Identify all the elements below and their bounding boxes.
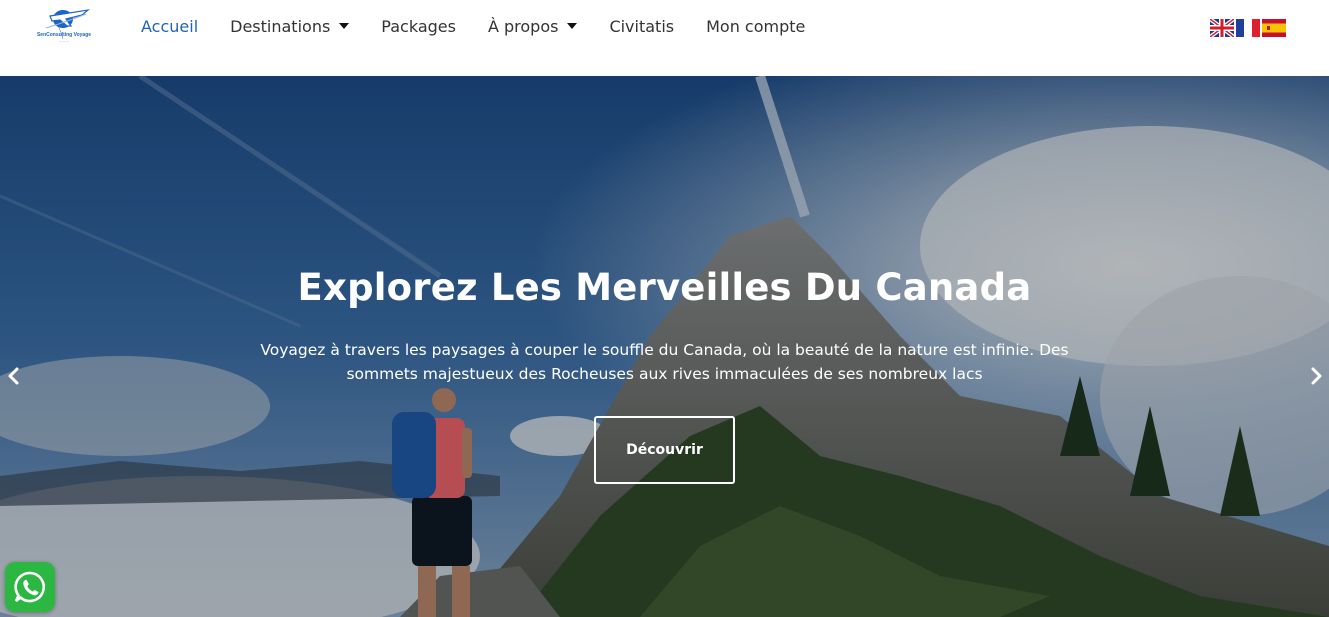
nav-label: Civitatis xyxy=(609,16,675,36)
caret-down-icon xyxy=(567,23,578,29)
hero-description: Voyagez à travers les paysages à couper … xyxy=(240,338,1089,386)
main-nav: Accueil Destinations Packages À propos C… xyxy=(141,14,837,38)
nav-item-civitatis[interactable]: Civitatis xyxy=(609,17,674,36)
hero-description-line-1: Voyagez à travers les paysages à couper … xyxy=(260,341,1069,359)
nav-label: Mon compte xyxy=(706,16,806,36)
discover-button[interactable]: Découvrir xyxy=(594,416,735,484)
nav-item-accueil[interactable]: Accueil xyxy=(141,17,198,36)
chevron-right-icon[interactable] xyxy=(1306,366,1326,386)
site-header: SenConsulting Voyage — — — Accueil Desti… xyxy=(0,0,1329,76)
hero-description-line-2: sommets majestueux des Rocheuses aux riv… xyxy=(346,365,983,383)
nav-item-packages[interactable]: Packages xyxy=(381,17,456,36)
nav-item-a-propos[interactable]: À propos xyxy=(487,16,578,36)
nav-item-destinations[interactable]: Destinations xyxy=(230,16,350,36)
uk-flag-icon[interactable] xyxy=(1210,19,1234,37)
nav-label: À propos xyxy=(487,16,559,36)
nav-label: Packages xyxy=(381,16,456,36)
nav-label: Accueil xyxy=(141,16,199,36)
logo-tagline: — — — xyxy=(58,39,70,43)
language-switcher xyxy=(1210,19,1288,37)
logo-text: SenConsulting Voyage xyxy=(36,32,92,38)
spain-flag-icon[interactable] xyxy=(1262,19,1286,37)
caret-down-icon xyxy=(339,23,350,29)
chevron-left-icon[interactable] xyxy=(4,366,24,386)
hero-slider: Explorez Les Merveilles Du Canada Voyage… xyxy=(0,76,1329,617)
whatsapp-chat-button[interactable] xyxy=(5,562,55,612)
whatsapp-icon xyxy=(14,571,46,603)
hero-title: Explorez Les Merveilles Du Canada xyxy=(297,266,1032,309)
nav-label: Destinations xyxy=(230,16,331,36)
nav-item-mon-compte[interactable]: Mon compte xyxy=(706,17,805,36)
france-flag-icon[interactable] xyxy=(1236,19,1260,37)
